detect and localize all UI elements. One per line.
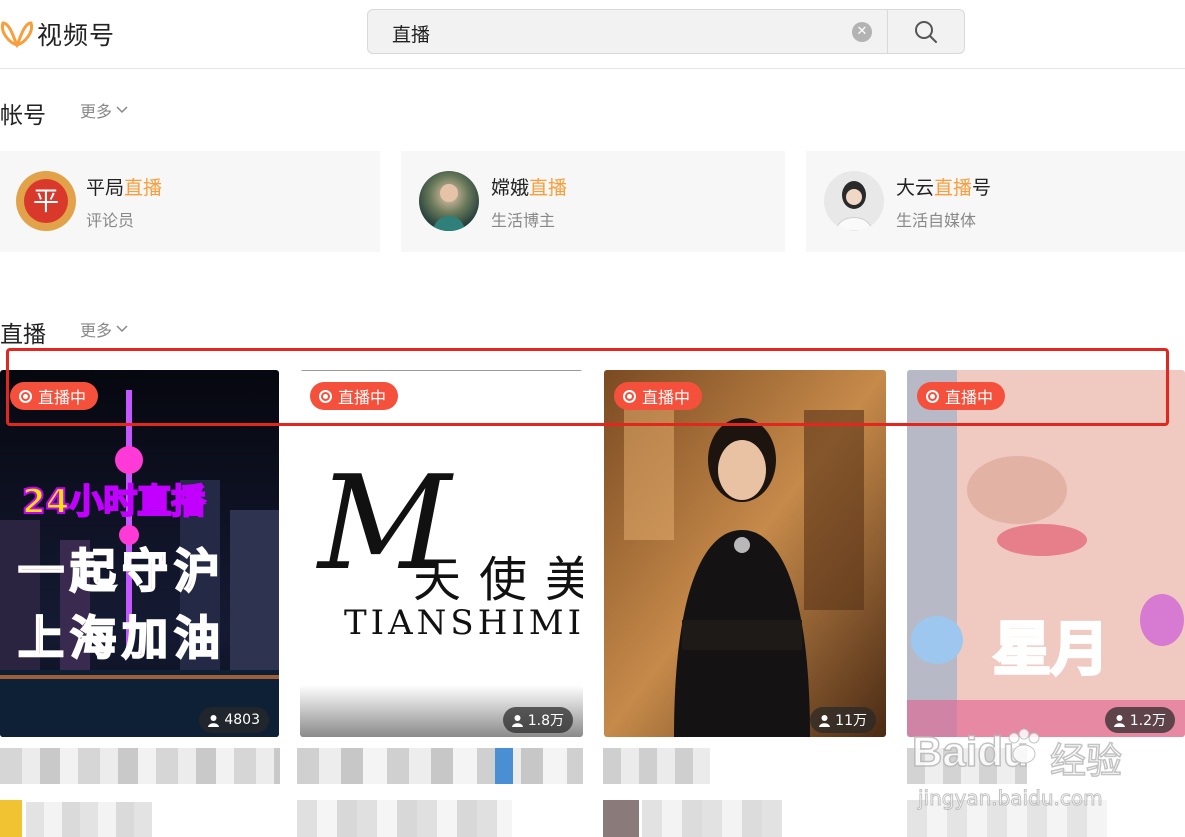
- chevron-down-icon: [116, 325, 128, 333]
- account-role: 评论员: [86, 211, 135, 230]
- accounts-section-title: 帐号: [0, 103, 46, 129]
- overlay-line-2: 一起守沪: [17, 543, 226, 599]
- accounts-more-link[interactable]: 更多: [80, 98, 128, 122]
- account-name: 平局直播: [86, 177, 163, 199]
- search-button[interactable]: [888, 10, 964, 53]
- viewer-count: 4803: [199, 707, 269, 733]
- search-icon: [915, 21, 937, 43]
- person-avatar-icon: [835, 181, 873, 231]
- account-card[interactable]: 平 平局直播 评论员: [0, 151, 380, 252]
- account-card[interactable]: 嫦娥直播 生活博主: [401, 151, 785, 252]
- live-more-link[interactable]: 更多: [80, 317, 128, 341]
- highlight-annotation: [6, 348, 1169, 426]
- watermark-url: jingyan.baidu.com: [918, 786, 1104, 811]
- avatar: [419, 171, 479, 231]
- svg-text:平: 平: [33, 187, 59, 217]
- chevron-down-icon: [116, 106, 128, 114]
- overlay-line-1: 24小时直播: [21, 481, 206, 523]
- clear-icon[interactable]: ✕: [852, 22, 872, 42]
- search-input[interactable]: 直播: [392, 20, 430, 47]
- baidu-watermark: Baidu 经验 jingyan.baidu.com: [911, 720, 1152, 830]
- person-icon: [819, 714, 831, 727]
- channels-logo-icon: [0, 21, 34, 49]
- viewer-count: 11万: [810, 707, 876, 733]
- more-label: 更多: [80, 321, 113, 340]
- account-name: 大云直播号: [896, 177, 992, 199]
- ping-avatar-icon: 平: [24, 179, 68, 223]
- account-card[interactable]: 大云直播号 生活自媒体: [806, 151, 1185, 252]
- avatar: 平: [16, 171, 76, 231]
- overlay-text: 星月: [991, 614, 1110, 685]
- brand-cn: 天使美: [413, 552, 583, 608]
- more-label: 更多: [80, 102, 113, 121]
- viewer-count: 1.8万: [502, 707, 573, 733]
- search-box: 直播 ✕: [367, 9, 965, 54]
- app-name: 视频号: [37, 21, 116, 50]
- person-icon: [511, 714, 523, 727]
- account-role: 生活自媒体: [896, 211, 977, 230]
- account-role: 生活博主: [491, 211, 556, 230]
- avatar: [824, 171, 884, 231]
- logo[interactable]: 视频号: [0, 14, 115, 54]
- top-bar: 视频号 直播 ✕: [0, 0, 1185, 69]
- paw-icon: [1008, 728, 1040, 764]
- account-name: 嫦娥直播: [491, 177, 568, 199]
- person-avatar-icon: [433, 184, 465, 231]
- live-section-title: 直播: [0, 322, 46, 348]
- brand-en: TIANSHIMI: [344, 603, 583, 643]
- watermark-cn: 经验: [1049, 740, 1123, 783]
- person-icon: [208, 714, 220, 727]
- overlay-line-3: 上海加油: [17, 610, 226, 666]
